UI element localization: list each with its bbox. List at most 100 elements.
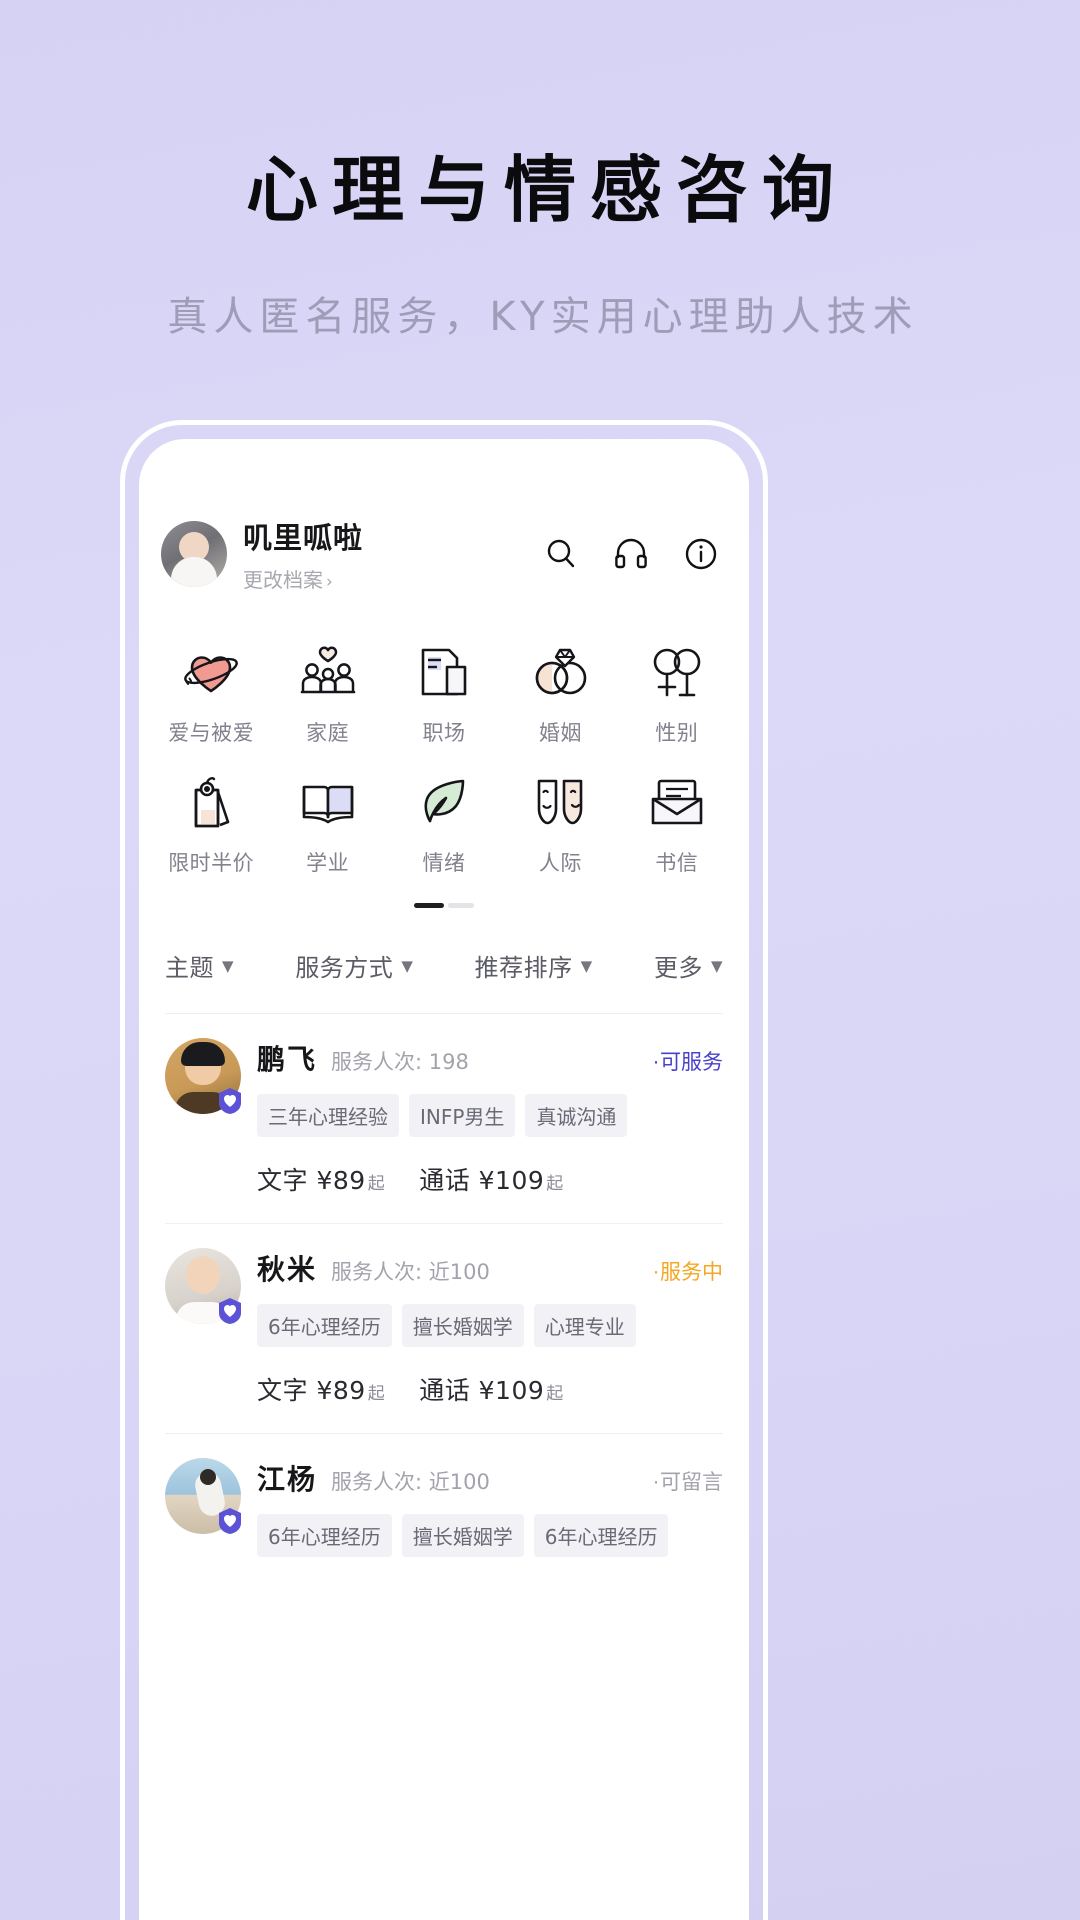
info-icon[interactable]	[683, 536, 719, 572]
edit-profile-link[interactable]: 更改档案 ›	[243, 564, 543, 593]
category-item-emotion[interactable]: 情绪	[386, 763, 502, 881]
price-channel: 文字	[257, 1376, 309, 1405]
avatar[interactable]	[161, 521, 227, 587]
counselor-name: 江杨	[257, 1463, 318, 1496]
service-count: 服务人次: 近100	[331, 1260, 490, 1284]
chevron-down-icon: ▼	[401, 956, 414, 975]
category-item-love[interactable]: 爱与被爱	[153, 633, 269, 751]
counselor-header: 鹏飞 服务人次: 198 ·可服务 三年心理经验 INFP男生 真诚沟通	[165, 1038, 723, 1137]
tag-list: 6年心理经历 擅长婚姻学 心理专业	[257, 1304, 723, 1347]
gender-icon	[619, 641, 735, 703]
avatar[interactable]	[165, 1248, 241, 1324]
category-label: 爱与被爱	[168, 721, 255, 745]
status-dot: ·	[652, 1472, 659, 1494]
category-item-family[interactable]: 家庭	[269, 633, 385, 751]
app-header: 叽里呱啦 更改档案 ›	[139, 439, 749, 593]
filter-more[interactable]: 更多 ▼	[654, 948, 723, 983]
hero-section: 心理与情感咨询 真人匿名服务，KY实用心理助人技术	[0, 0, 1080, 342]
headphones-icon[interactable]	[613, 536, 649, 572]
filter-label: 服务方式	[295, 954, 394, 982]
chevron-right-icon: ›	[326, 572, 333, 592]
price-call: 通话 ¥109 起	[419, 1371, 564, 1407]
status-badge: ·可服务	[653, 1046, 723, 1076]
category-item-gender[interactable]: 性别	[619, 633, 735, 751]
price-call: 通话 ¥109 起	[419, 1161, 564, 1197]
status-badge: ·服务中	[653, 1256, 723, 1286]
filter-service-mode[interactable]: 服务方式 ▼	[295, 948, 413, 983]
price-amount: ¥109	[478, 1376, 545, 1405]
counselor-header: 秋米 服务人次: 近100 ·服务中 6年心理经历 擅长婚姻学 心理专业	[165, 1248, 723, 1347]
header-text-block: 叽里呱啦 更改档案 ›	[243, 515, 543, 593]
category-item-halfprice[interactable]: 限时半价	[153, 763, 269, 881]
filter-topic[interactable]: 主题 ▼	[165, 948, 234, 983]
avatar[interactable]	[165, 1458, 241, 1534]
price-row: 文字 ¥89 起 通话 ¥109 起	[165, 1161, 723, 1197]
category-item-marriage[interactable]: 婚姻	[502, 633, 618, 751]
status-label: 可留言	[660, 1470, 723, 1494]
tag: 6年心理经历	[257, 1304, 392, 1347]
price-unit: 起	[546, 1174, 564, 1194]
filter-bar: 主题 ▼ 服务方式 ▼ 推荐排序 ▼ 更多 ▼	[139, 908, 749, 983]
tag: 真诚沟通	[525, 1094, 628, 1137]
tag: 6年心理经历	[533, 1514, 669, 1557]
verified-badge-icon	[217, 1297, 243, 1325]
search-icon[interactable]	[543, 536, 579, 572]
category-item-workplace[interactable]: 职场	[386, 633, 502, 751]
category-label: 学业	[306, 851, 350, 875]
filter-label: 推荐排序	[474, 954, 573, 982]
price-text: 文字 ¥89 起	[257, 1161, 385, 1197]
counselor-name-row: 江杨 服务人次: 近100 ·可留言	[257, 1458, 723, 1498]
category-item-study[interactable]: 学业	[269, 763, 385, 881]
heart-orbit-icon	[153, 641, 269, 703]
tag: 擅长婚姻学	[401, 1514, 524, 1557]
category-label: 人际	[538, 851, 582, 875]
counselor-name: 鹏飞	[257, 1043, 318, 1076]
tag: 三年心理经验	[257, 1094, 399, 1137]
chevron-down-icon: ▼	[580, 956, 593, 975]
chevron-down-icon: ▼	[710, 956, 723, 975]
list-item[interactable]: 秋米 服务人次: 近100 ·服务中 6年心理经历 擅长婚姻学 心理专业 文字 …	[139, 1224, 749, 1407]
status-label: 服务中	[660, 1260, 723, 1284]
price-unit: 起	[367, 1174, 386, 1194]
filter-label: 更多	[653, 954, 703, 982]
avatar[interactable]	[165, 1038, 241, 1114]
counselor-header: 江杨 服务人次: 近100 ·可留言 6年心理经历 擅长婚姻学 6年心理经历	[165, 1458, 723, 1557]
price-unit: 起	[546, 1384, 564, 1404]
family-icon	[269, 641, 385, 703]
price-amount: ¥109	[478, 1166, 545, 1195]
counselor-name-row: 鹏飞 服务人次: 198 ·可服务	[257, 1038, 723, 1078]
category-label: 限时半价	[168, 851, 255, 875]
status-label: 可服务	[660, 1050, 723, 1074]
masks-icon	[502, 771, 618, 833]
status-dot: ·	[652, 1262, 659, 1284]
pager-dot-active	[414, 903, 444, 908]
header-actions	[543, 536, 719, 572]
category-item-relations[interactable]: 人际	[502, 763, 618, 881]
category-grid: 爱与被爱 家庭 职场 婚姻 性别 限时半价 学业 情绪 人际 书信	[139, 593, 749, 881]
tag-list: 6年心理经历 擅长婚姻学 6年心理经历	[257, 1514, 723, 1557]
document-icon	[386, 641, 502, 703]
tag-list: 三年心理经验 INFP男生 真诚沟通	[257, 1094, 723, 1137]
letter-icon	[619, 771, 735, 833]
pager-dot	[448, 903, 474, 908]
category-item-letter[interactable]: 书信	[619, 763, 735, 881]
status-badge: ·可留言	[653, 1466, 723, 1496]
tag: 心理专业	[533, 1304, 636, 1347]
page-title: 心理与情感咨询	[245, 148, 848, 232]
price-unit: 起	[367, 1384, 386, 1404]
filter-sort[interactable]: 推荐排序 ▼	[475, 948, 593, 983]
tag: INFP男生	[409, 1094, 516, 1137]
price-amount: ¥89	[316, 1376, 366, 1405]
list-item[interactable]: 鹏飞 服务人次: 198 ·可服务 三年心理经验 INFP男生 真诚沟通 文字 …	[139, 1014, 749, 1197]
category-label: 书信	[655, 851, 699, 875]
filter-label: 主题	[165, 954, 214, 982]
verified-badge-icon	[217, 1087, 243, 1115]
price-channel: 文字	[257, 1166, 309, 1195]
price-row: 文字 ¥89 起 通话 ¥109 起	[165, 1371, 723, 1407]
price-channel: 通话	[419, 1376, 471, 1405]
counselor-name-row: 秋米 服务人次: 近100 ·服务中	[257, 1248, 723, 1288]
list-item[interactable]: 江杨 服务人次: 近100 ·可留言 6年心理经历 擅长婚姻学 6年心理经历	[139, 1434, 749, 1557]
category-label: 家庭	[306, 721, 350, 745]
phone-mockup: 叽里呱啦 更改档案 › 爱与被爱 家庭 职场 婚姻 性别 限时半价 学业 情绪 …	[120, 420, 768, 1920]
counselor-info: 鹏飞 服务人次: 198 ·可服务 三年心理经验 INFP男生 真诚沟通	[257, 1038, 723, 1137]
